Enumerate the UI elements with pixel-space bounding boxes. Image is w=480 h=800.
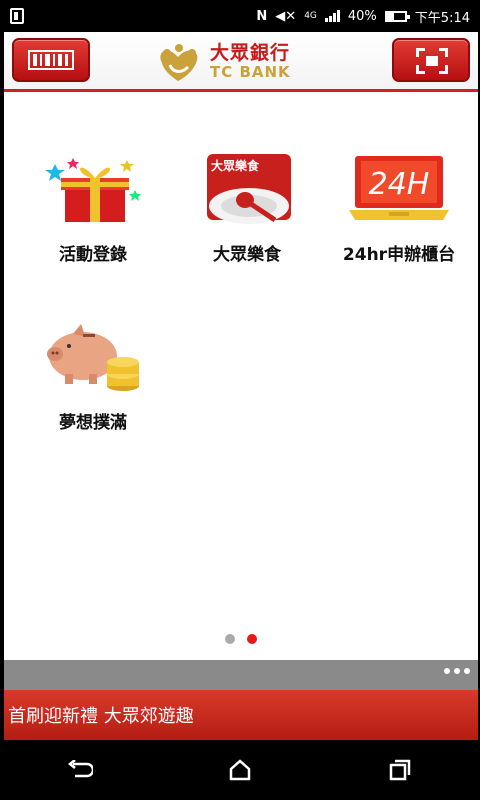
page-indicator	[4, 634, 478, 644]
back-icon	[67, 760, 93, 778]
app-header: 大眾銀行 TC BANK	[4, 32, 478, 92]
battery-percentage: 40%	[347, 8, 377, 24]
clock: 下午5:14	[414, 10, 470, 26]
menu-item-label: 活動登錄	[59, 245, 127, 265]
tc-bank-emblem-icon	[160, 44, 198, 81]
food-badge-text: 大眾樂食	[211, 158, 260, 173]
food-icon: 大眾樂食	[197, 150, 297, 226]
more-options-icon[interactable]	[444, 668, 470, 674]
scan-button[interactable]	[392, 38, 470, 82]
piggy-bank-icon	[43, 318, 143, 394]
signal-icon	[324, 10, 340, 22]
scan-icon	[416, 48, 448, 74]
menu-item-24hr-counter[interactable]: 24H 24hr申辦櫃台	[324, 150, 474, 265]
nfc-icon: N	[256, 8, 268, 24]
page-dot-1[interactable]	[225, 634, 235, 644]
promo-banner[interactable]: 首刷迎新禮 大眾郊遊趣	[4, 690, 478, 740]
logo-chinese-text: 大眾銀行	[210, 42, 291, 64]
logo-english-text: TC BANK	[210, 63, 291, 81]
promo-banner-text: 首刷迎新禮 大眾郊遊趣	[8, 706, 194, 727]
home-icon	[229, 759, 251, 781]
back-button[interactable]	[60, 750, 100, 790]
menu-item-label: 夢想撲滿	[59, 413, 127, 433]
laptop-24h-icon: 24H	[349, 150, 449, 226]
barcode-icon	[28, 50, 74, 70]
screenshot-notification-icon	[10, 8, 24, 24]
tc-bank-logo: 大眾銀行 TC BANK	[154, 40, 334, 84]
page-dot-2-active[interactable]	[247, 634, 257, 644]
menu-item-dream-piggy-bank[interactable]: 夢想撲滿	[18, 318, 168, 433]
status-bar: N ◀✕ 4G 40% 下午5:14	[0, 0, 480, 32]
battery-icon	[384, 10, 410, 22]
barcode-button[interactable]	[12, 38, 90, 82]
recents-button[interactable]	[380, 750, 420, 790]
network-type-icon: 4G	[304, 10, 317, 21]
menu-item-event-registration[interactable]: 活動登錄	[18, 150, 168, 265]
recents-icon	[389, 759, 411, 781]
banner-toolbar	[4, 660, 478, 690]
app-screen: 大眾銀行 TC BANK 活動登錄 大眾樂食 大眾樂食 24H 24hr申辦櫃台…	[4, 32, 478, 740]
laptop-screen-text: 24H	[369, 167, 430, 202]
menu-item-label: 24hr申辦櫃台	[342, 245, 456, 265]
system-navigation-bar	[0, 740, 480, 800]
home-button[interactable]	[220, 750, 260, 790]
menu-item-tc-food[interactable]: 大眾樂食 大眾樂食	[172, 150, 322, 265]
menu-item-label: 大眾樂食	[213, 245, 281, 265]
gift-icon	[43, 150, 143, 226]
mute-icon: ◀✕	[275, 8, 297, 24]
